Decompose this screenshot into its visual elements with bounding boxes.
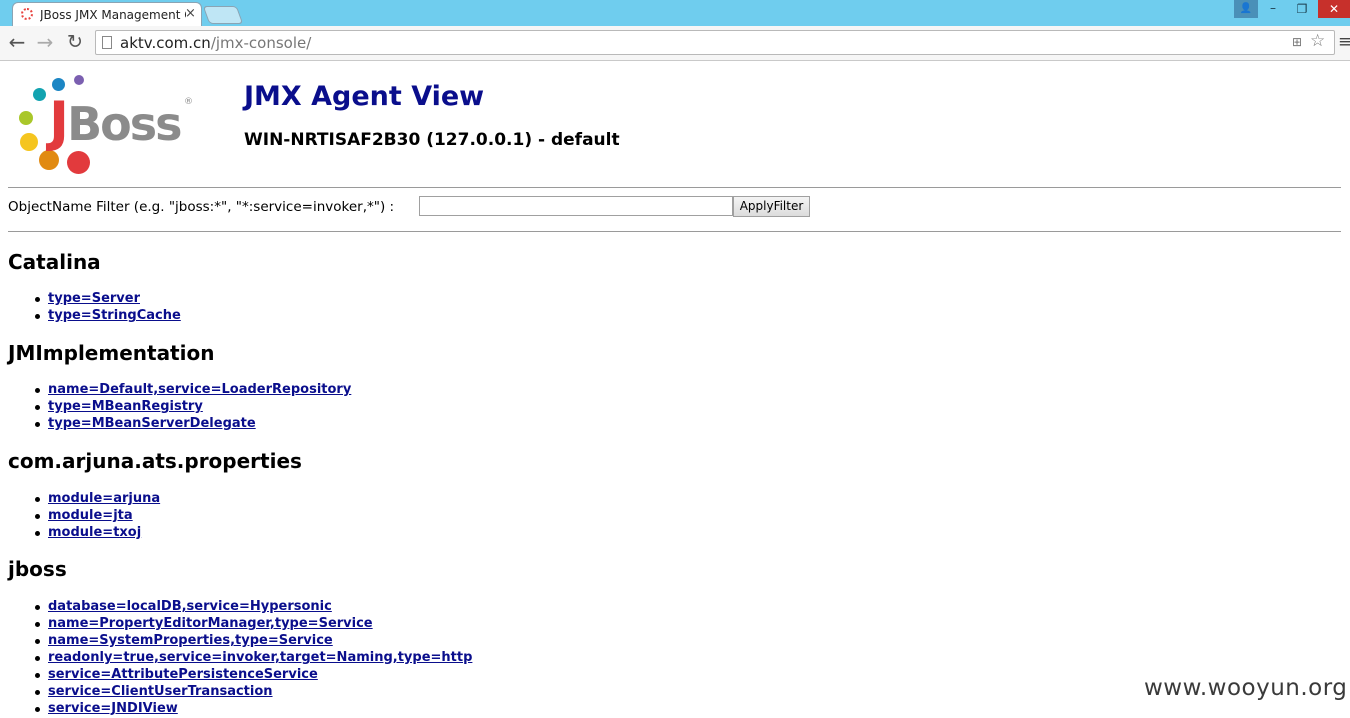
- list-item: readonly=true,service=invoker,target=Nam…: [34, 649, 472, 666]
- page-subtitle: WIN-NRTISAF2B30 (127.0.0.1) - default: [244, 130, 620, 150]
- url-path: /jmx-console/: [210, 34, 312, 52]
- page-content: JBoss ® JMX Agent View WIN-NRTISAF2B30 (…: [0, 61, 1350, 718]
- mbean-list: database=localDB,service=Hypersonic name…: [34, 598, 472, 717]
- mbean-link[interactable]: service=JNDIView: [48, 701, 178, 716]
- domain-heading: com.arjuna.ats.properties: [8, 449, 302, 473]
- objectname-filter-input[interactable]: [419, 196, 733, 216]
- browser-tab[interactable]: JBoss JMX Management Console ×: [12, 2, 202, 26]
- address-bar[interactable]: aktv.com.cn/jmx-console/ ⊞ ☆: [95, 30, 1335, 55]
- logo-dot: [74, 75, 84, 85]
- page-icon: [102, 36, 112, 49]
- back-arrow-icon[interactable]: ←: [5, 31, 29, 55]
- url-host: aktv.com.cn: [120, 34, 211, 52]
- page-title: JMX Agent View: [244, 81, 485, 112]
- list-item: type=MBeanRegistry: [34, 398, 351, 415]
- logo-dot: [39, 150, 59, 170]
- list-item: service=JNDIView: [34, 700, 472, 717]
- user-profile-icon[interactable]: 👤: [1234, 0, 1258, 18]
- browser-titlebar: JBoss JMX Management Console × 👤 – ❐ ✕: [0, 0, 1350, 26]
- mbean-list: name=Default,service=LoaderRepository ty…: [34, 381, 351, 432]
- mbean-link[interactable]: type=MBeanRegistry: [48, 399, 203, 414]
- mbean-link[interactable]: type=Server: [48, 291, 140, 306]
- list-item: type=StringCache: [35, 307, 181, 324]
- list-item: type=MBeanServerDelegate: [34, 415, 351, 432]
- mbean-link[interactable]: type=MBeanServerDelegate: [48, 416, 256, 431]
- list-item: service=ClientUserTransaction: [34, 683, 472, 700]
- browser-toolbar: ← → ↻ aktv.com.cn/jmx-console/ ⊞ ☆ ≡: [0, 26, 1350, 61]
- mbean-link[interactable]: module=jta: [48, 508, 133, 523]
- mbean-link[interactable]: database=localDB,service=Hypersonic: [48, 599, 332, 614]
- domain-heading: Catalina: [8, 250, 101, 274]
- mbean-link[interactable]: type=StringCache: [48, 308, 181, 323]
- list-item: module=arjuna: [34, 490, 160, 507]
- mbean-list: type=Server type=StringCache: [35, 290, 181, 324]
- jboss-logo: JBoss ®: [14, 75, 194, 175]
- list-item: module=txoj: [34, 524, 160, 541]
- tab-close-icon[interactable]: ×: [185, 6, 196, 21]
- reload-icon[interactable]: ↻: [63, 31, 87, 55]
- domain-heading: JMImplementation: [8, 341, 215, 365]
- logo-dot: [20, 133, 38, 151]
- list-item: name=SystemProperties,type=Service: [34, 632, 472, 649]
- list-item: database=localDB,service=Hypersonic: [34, 598, 472, 615]
- mbean-link[interactable]: name=PropertyEditorManager,type=Service: [48, 616, 373, 631]
- mbean-link[interactable]: readonly=true,service=invoker,target=Nam…: [48, 650, 472, 665]
- logo-dot: [67, 151, 90, 174]
- list-item: type=Server: [35, 290, 181, 307]
- minimize-icon[interactable]: –: [1260, 0, 1286, 18]
- list-item: name=Default,service=LoaderRepository: [34, 381, 351, 398]
- filter-label: ObjectName Filter (e.g. "jboss:*", "*:se…: [8, 199, 395, 215]
- new-tab-button[interactable]: [202, 6, 244, 24]
- registered-mark: ®: [184, 97, 193, 107]
- translate-icon[interactable]: ⊞: [1292, 35, 1302, 49]
- url-text[interactable]: aktv.com.cn/jmx-console/: [120, 34, 311, 52]
- apply-filter-button[interactable]: ApplyFilter: [733, 196, 810, 217]
- tab-title: JBoss JMX Management Console: [40, 8, 186, 22]
- list-item: module=jta: [34, 507, 160, 524]
- bookmark-star-icon[interactable]: ☆: [1310, 31, 1325, 51]
- forward-arrow-icon[interactable]: →: [33, 31, 57, 55]
- browser-menu-icon[interactable]: ≡: [1338, 32, 1350, 52]
- logo-dot: [33, 88, 46, 101]
- divider: [8, 231, 1341, 232]
- maximize-icon[interactable]: ❐: [1288, 0, 1316, 18]
- mbean-link[interactable]: service=ClientUserTransaction: [48, 684, 273, 699]
- window-close-icon[interactable]: ✕: [1318, 0, 1350, 18]
- list-item: service=AttributePersistenceService: [34, 666, 472, 683]
- logo-wordmark: JBoss: [49, 90, 183, 153]
- mbean-link[interactable]: name=Default,service=LoaderRepository: [48, 382, 351, 397]
- domain-heading: jboss: [8, 557, 67, 581]
- divider: [8, 187, 1341, 188]
- mbean-link[interactable]: service=AttributePersistenceService: [48, 667, 318, 682]
- mbean-list: module=arjuna module=jta module=txoj: [34, 490, 160, 541]
- logo-dot: [19, 111, 33, 125]
- list-item: name=PropertyEditorManager,type=Service: [34, 615, 472, 632]
- mbean-link[interactable]: module=arjuna: [48, 491, 160, 506]
- mbean-link[interactable]: module=txoj: [48, 525, 141, 540]
- mbean-link[interactable]: name=SystemProperties,type=Service: [48, 633, 333, 648]
- watermark: www.wooyun.org: [1144, 675, 1348, 701]
- loading-favicon-icon: [21, 8, 33, 20]
